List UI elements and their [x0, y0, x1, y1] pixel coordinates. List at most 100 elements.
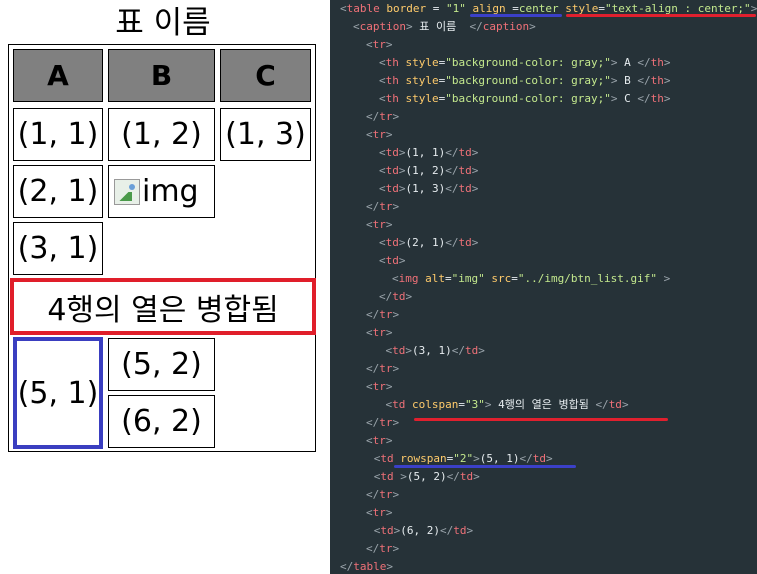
code-token: td: [458, 236, 472, 249]
html-code-panel: <table border = "1" align =center style=…: [330, 0, 757, 574]
code-line: <th style="background-color: gray;"> A <…: [379, 54, 670, 72]
code-token: tr: [379, 308, 393, 321]
code-token: td: [380, 470, 394, 483]
code-token: th: [385, 92, 399, 105]
code-token: <: [379, 236, 386, 249]
cell-6-2: (6, 2): [108, 395, 215, 448]
code-token: >: [385, 380, 393, 393]
code-token: >: [385, 506, 393, 519]
header-cell-c: C: [220, 49, 311, 102]
align-attr-underline: [470, 14, 562, 17]
code-line: </tr>: [366, 108, 399, 126]
code-token: >: [392, 416, 400, 429]
code-token: </: [366, 416, 380, 429]
code-line: <tr>: [366, 504, 393, 522]
code-token: td: [458, 182, 472, 195]
code-token: caption: [359, 20, 406, 33]
code-token: "2": [453, 452, 474, 465]
code-token: </: [379, 290, 393, 303]
code-token: tr: [379, 542, 393, 555]
broken-image-icon: [114, 178, 140, 205]
code-token: <: [366, 128, 373, 141]
code-token: colspan: [405, 398, 459, 411]
code-token: tr: [379, 110, 393, 123]
code-line: <tr>: [366, 324, 393, 342]
code-token: tr: [372, 128, 386, 141]
code-token: td: [453, 524, 467, 537]
code-token: </: [446, 470, 460, 483]
code-line: </tr>: [366, 306, 399, 324]
code-token: "img": [451, 272, 485, 285]
cell-2-2-image: img: [108, 165, 215, 218]
code-token: td: [459, 470, 474, 483]
header-cell-a: A: [13, 49, 103, 102]
code-token: >: [392, 110, 400, 123]
code-token: <: [379, 146, 386, 159]
code-token: >: [392, 542, 400, 555]
code-token: </: [366, 542, 380, 555]
code-token: (1, 3): [405, 182, 446, 195]
code-token: style: [398, 56, 439, 69]
code-token: </: [366, 308, 380, 321]
table-caption: 표 이름: [115, 5, 211, 41]
code-token: </: [366, 110, 380, 123]
cell-5-2: (5, 2): [108, 338, 215, 391]
code-line: </tr>: [366, 486, 399, 504]
code-token: <: [379, 254, 386, 267]
code-token: th: [650, 92, 664, 105]
code-token: td: [385, 164, 399, 177]
code-token: >: [471, 164, 479, 177]
code-token: td: [458, 164, 472, 177]
code-token: >: [546, 452, 553, 465]
cell-3-1: (3, 1): [13, 222, 103, 275]
code-token: src: [484, 272, 512, 285]
code-line: <tr>: [366, 126, 393, 144]
code-token: "../img/btn_list.gif": [517, 272, 657, 285]
code-token: td: [380, 524, 394, 537]
code-token: <: [353, 20, 360, 33]
code-token: >: [386, 560, 393, 573]
code-token: </: [451, 344, 465, 357]
code-token: >: [471, 146, 479, 159]
code-token: rowspan: [393, 452, 447, 465]
style-attr-underline: [566, 14, 756, 17]
code-token: >: [385, 218, 393, 231]
code-line: </tr>: [366, 360, 399, 378]
rowspan-merged-cell: (5, 1): [13, 337, 103, 449]
code-token: td: [532, 452, 547, 465]
code-token: <: [379, 56, 386, 69]
code-token: </: [445, 164, 459, 177]
code-token: <: [366, 326, 373, 339]
image-alt-text: img: [142, 174, 199, 209]
code-token: table: [353, 560, 387, 573]
code-token: B: [617, 74, 638, 87]
code-line: <th style="background-color: gray;"> C <…: [379, 90, 670, 108]
code-token: (1, 1): [405, 146, 446, 159]
code-token: caption: [482, 20, 530, 33]
code-token: <: [340, 2, 347, 15]
code-token: table: [346, 2, 380, 15]
code-token: >: [398, 254, 406, 267]
code-line: <td>(1, 3)</td>: [379, 180, 478, 198]
code-token: tr: [379, 362, 393, 375]
code-token: td: [392, 344, 406, 357]
code-token: <: [379, 92, 386, 105]
code-token: >: [621, 398, 629, 411]
code-token: tr: [372, 38, 386, 51]
code-token: th: [650, 56, 664, 69]
code-token: td: [385, 254, 399, 267]
code-token: </: [440, 524, 454, 537]
code-token: >: [405, 344, 412, 357]
code-token: >: [392, 488, 400, 501]
cell-1-2: (1, 2): [108, 108, 215, 161]
code-token: alt: [418, 272, 445, 285]
code-token: >: [392, 362, 400, 375]
code-token: =: [511, 272, 518, 285]
code-token: th: [650, 74, 664, 87]
code-token: td: [385, 236, 399, 249]
code-token: <: [379, 182, 386, 195]
code-token: <: [379, 164, 386, 177]
code-token: </: [366, 362, 380, 375]
code-token: img: [398, 272, 419, 285]
cell-1-3: (1, 3): [220, 108, 311, 161]
